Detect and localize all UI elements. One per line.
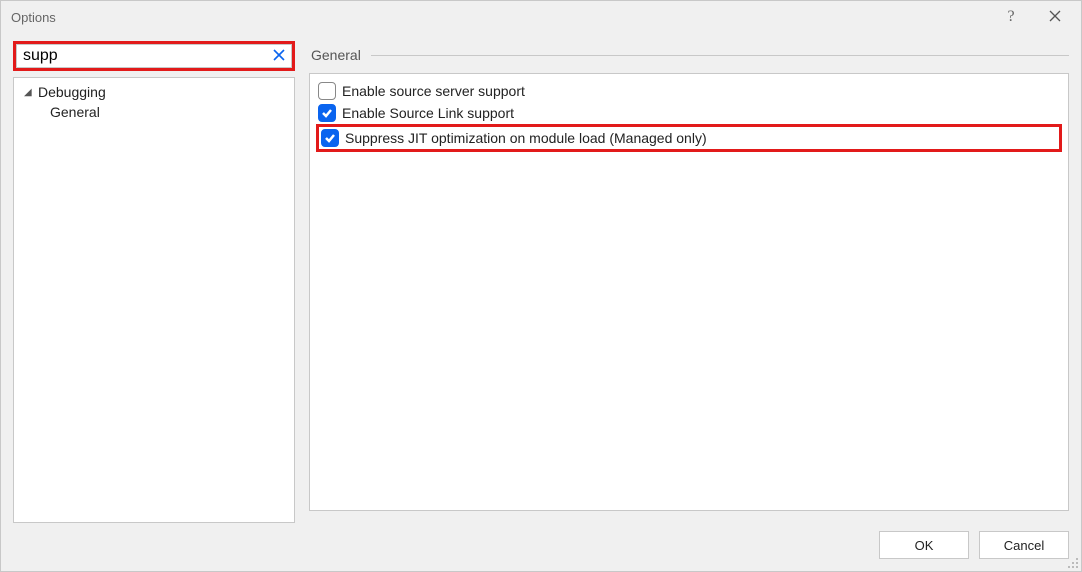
search-highlight-box [13,41,295,71]
header-divider [371,55,1069,56]
help-button[interactable]: ? [989,2,1033,32]
close-button[interactable] [1033,2,1077,32]
cancel-button[interactable]: Cancel [979,531,1069,559]
search-input[interactable] [17,45,267,67]
checkbox-checked-icon[interactable] [321,129,339,147]
close-icon [1049,10,1061,25]
resize-grip-icon[interactable] [1065,555,1079,569]
ok-button[interactable]: OK [879,531,969,559]
help-icon: ? [1007,8,1014,26]
content-area: General Enable source server support Ena… [309,41,1069,523]
dialog-title: Options [11,10,56,25]
tree-node-debugging[interactable]: ◢ Debugging [20,82,288,102]
search-field-wrap [16,44,292,68]
checkbox-checked-icon[interactable] [318,104,336,122]
clear-icon [273,49,285,61]
dialog-footer: OK Cancel [1,523,1081,571]
sidebar: ◢ Debugging General [13,41,295,523]
option-label: Suppress JIT optimization on module load… [345,130,707,146]
option-label: Enable source server support [342,83,525,99]
option-row-enable-source-server[interactable]: Enable source server support [316,80,1062,102]
clear-search-button[interactable] [267,49,291,64]
option-label: Enable Source Link support [342,105,514,121]
checkbox-unchecked-icon[interactable] [318,82,336,100]
expand-icon: ◢ [24,87,36,98]
content-header: General [309,41,1069,69]
option-row-enable-source-link[interactable]: Enable Source Link support [316,102,1062,124]
category-tree[interactable]: ◢ Debugging General [13,77,295,523]
titlebar-controls: ? [989,2,1077,32]
options-panel: Enable source server support Enable Sour… [309,73,1069,511]
titlebar: Options ? [1,1,1081,33]
option-row-suppress-jit[interactable]: Suppress JIT optimization on module load… [316,124,1062,152]
tree-node-label: General [50,104,100,120]
dialog-body: ◢ Debugging General General Enable sourc… [1,33,1081,523]
content-header-label: General [311,47,371,63]
options-dialog: Options ? [0,0,1082,572]
tree-node-label: Debugging [38,84,106,100]
tree-node-general[interactable]: General [20,102,288,122]
